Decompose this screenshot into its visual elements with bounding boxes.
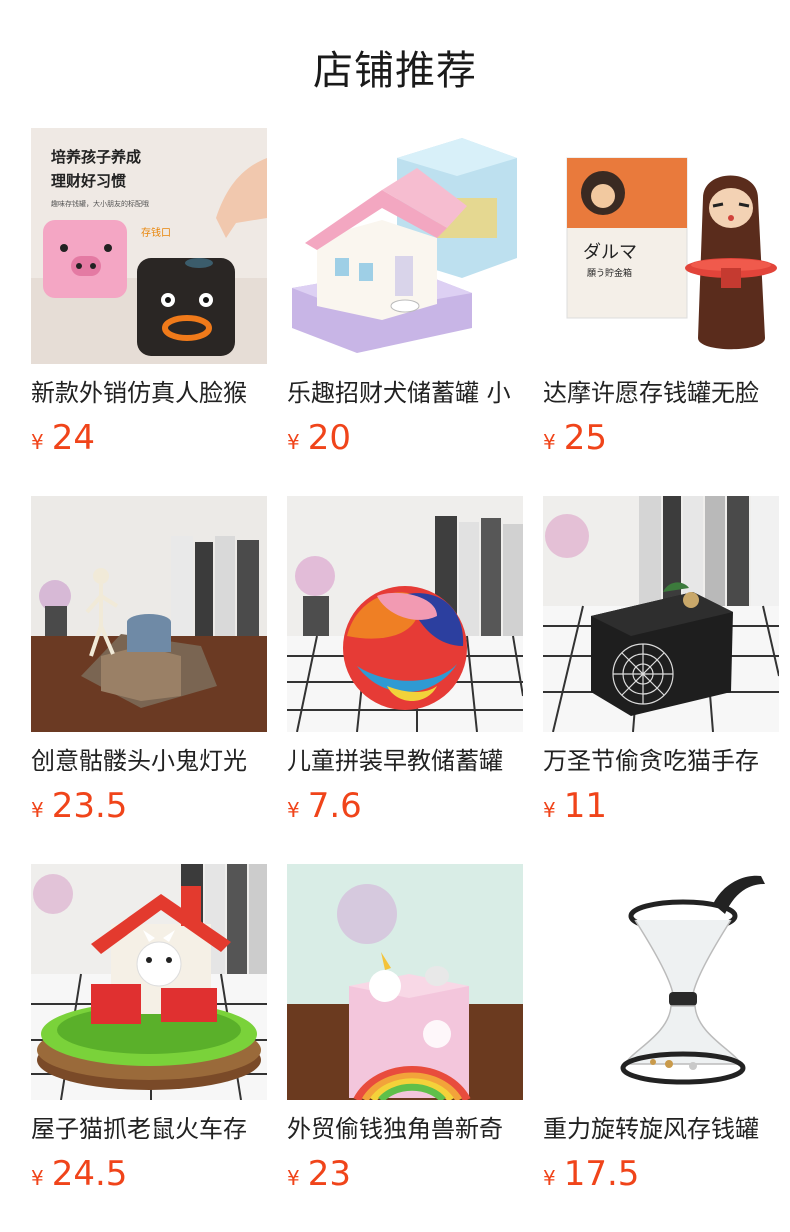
box-title: ダルマ: [583, 242, 637, 263]
product-image[interactable]: [31, 864, 267, 1100]
product-card[interactable]: 屋子猫抓老鼠火车存 ¥24.5: [31, 864, 267, 1196]
product-card[interactable]: ダルマ 願う貯金箱 达摩许愿存钱罐无脸 ¥25: [543, 128, 779, 460]
price-value: 11: [563, 786, 607, 826]
product-price: ¥7.6: [287, 784, 523, 828]
product-price: ¥11: [543, 784, 779, 828]
product-image[interactable]: 培养孩子养成 理财好习惯 趣味存钱罐，大小朋友的标配哦 存钱口: [31, 128, 267, 364]
currency-symbol: ¥: [31, 430, 44, 454]
product-image[interactable]: [287, 496, 523, 732]
product-card[interactable]: 乐趣招财犬储蓄罐 小 ¥20: [287, 128, 523, 460]
currency-symbol: ¥: [543, 430, 556, 454]
product-name[interactable]: 重力旋转旋风存钱罐: [543, 1112, 779, 1146]
product-price: ¥24.5: [31, 1152, 267, 1196]
product-name[interactable]: 万圣节偷贪吃猫手存: [543, 744, 779, 778]
price-value: 24.5: [51, 1154, 128, 1194]
price-value: 23: [307, 1154, 351, 1194]
headline-1: 培养孩子养成: [51, 148, 141, 166]
currency-symbol: ¥: [543, 798, 556, 822]
product-name[interactable]: 创意骷髅头小鬼灯光: [31, 744, 267, 778]
product-image[interactable]: [543, 864, 779, 1100]
product-name[interactable]: 达摩许愿存钱罐无脸: [543, 376, 779, 410]
price-value: 23.5: [51, 786, 128, 826]
price-value: 25: [563, 418, 607, 458]
headline-2: 理财好习惯: [51, 172, 126, 190]
product-name[interactable]: 儿童拼装早教储蓄罐: [287, 744, 523, 778]
currency-symbol: ¥: [543, 1166, 556, 1190]
product-image[interactable]: [31, 496, 267, 732]
currency-symbol: ¥: [287, 1166, 300, 1190]
product-card[interactable]: 创意骷髅头小鬼灯光 ¥23.5: [31, 496, 267, 828]
box-subtitle: 願う貯金箱: [587, 267, 632, 279]
price-value: 7.6: [307, 786, 362, 826]
product-name[interactable]: 外贸偷钱独角兽新奇: [287, 1112, 523, 1146]
subline: 趣味存钱罐，大小朋友的标配哦: [51, 199, 149, 208]
product-image[interactable]: [287, 128, 523, 364]
product-image[interactable]: [543, 496, 779, 732]
slot-tag: 存钱口: [141, 226, 171, 239]
product-image[interactable]: ダルマ 願う貯金箱: [543, 128, 779, 364]
price-value: 17.5: [563, 1154, 640, 1194]
product-price: ¥25: [543, 416, 779, 460]
product-card[interactable]: 重力旋转旋风存钱罐 ¥17.5: [543, 864, 779, 1196]
price-value: 20: [307, 418, 351, 458]
product-card[interactable]: 儿童拼装早教储蓄罐 ¥7.6: [287, 496, 523, 828]
product-card[interactable]: 外贸偷钱独角兽新奇 ¥23: [287, 864, 523, 1196]
product-price: ¥20: [287, 416, 523, 460]
product-name[interactable]: 屋子猫抓老鼠火车存: [31, 1112, 267, 1146]
currency-symbol: ¥: [287, 430, 300, 454]
product-card[interactable]: 万圣节偷贪吃猫手存 ¥11: [543, 496, 779, 828]
product-price: ¥23: [287, 1152, 523, 1196]
product-price: ¥24: [31, 416, 267, 460]
currency-symbol: ¥: [31, 798, 44, 822]
currency-symbol: ¥: [31, 1166, 44, 1190]
product-name[interactable]: 新款外销仿真人脸猴: [31, 376, 267, 410]
product-card[interactable]: 培养孩子养成 理财好习惯 趣味存钱罐，大小朋友的标配哦 存钱口 新款外销仿真人脸…: [31, 128, 267, 460]
product-price: ¥23.5: [31, 784, 267, 828]
price-value: 24: [51, 418, 95, 458]
product-price: ¥17.5: [543, 1152, 779, 1196]
product-image[interactable]: [287, 864, 523, 1100]
currency-symbol: ¥: [287, 798, 300, 822]
product-name[interactable]: 乐趣招财犬储蓄罐 小: [287, 376, 523, 410]
page-title: 店铺推荐: [313, 48, 477, 94]
